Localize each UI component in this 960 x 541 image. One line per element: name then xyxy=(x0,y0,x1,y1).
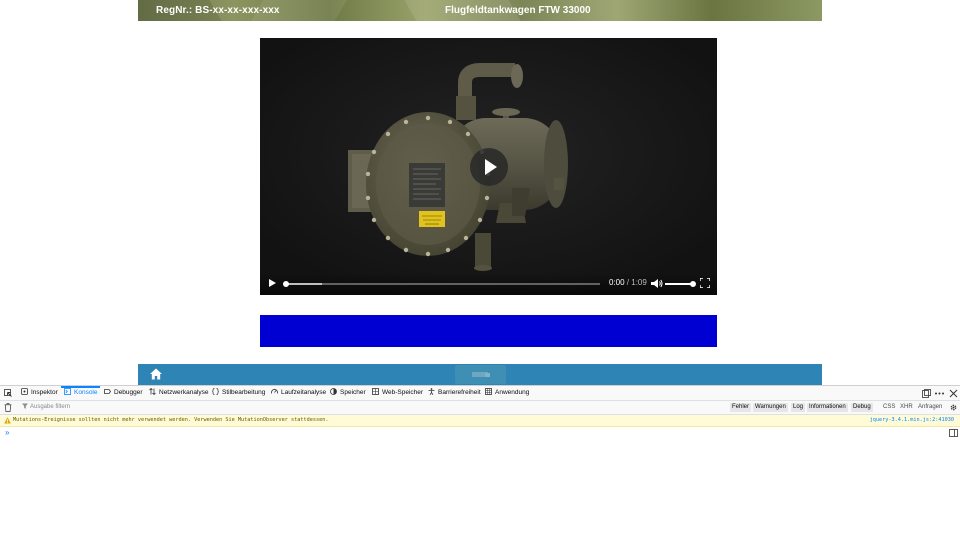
tab-label: Inspektor xyxy=(31,389,58,396)
warning-source-link[interactable]: jquery-3.4.1.min.js:2:41030 xyxy=(870,417,954,423)
registration-number: RegNr.: BS-xx-xx-xxx-xxx xyxy=(156,5,280,16)
progress-bar[interactable] xyxy=(283,281,600,287)
home-icon[interactable] xyxy=(150,368,162,380)
filter-css[interactable]: CSS xyxy=(883,403,895,412)
filter-debug[interactable]: Debug xyxy=(851,403,873,412)
vehicle-title: Flugfeldtankwagen FTW 33000 xyxy=(445,5,591,16)
filter-placeholder: Ausgabe filtern xyxy=(30,404,71,410)
buffered-bar xyxy=(286,283,322,285)
tab-label: Netzwerkanalyse xyxy=(159,389,209,396)
console-icon xyxy=(64,388,71,395)
tab-laufzeitanalyse[interactable]: Laufzeitanalyse xyxy=(271,386,326,400)
close-icon[interactable] xyxy=(949,389,958,398)
inspector-icon xyxy=(21,388,28,395)
filter-anfragen[interactable]: Anfragen xyxy=(918,403,942,412)
filter-input[interactable]: Ausgabe filtern xyxy=(22,402,322,413)
tab-barrierefreiheit[interactable]: Barrierefreiheit xyxy=(428,386,481,400)
warning-icon xyxy=(4,417,11,424)
duration: 1:09 xyxy=(631,278,647,287)
play-icon[interactable] xyxy=(269,279,276,287)
gear-icon[interactable] xyxy=(949,403,958,412)
network-icon xyxy=(149,388,156,395)
tab-inspektor[interactable]: Inspektor xyxy=(21,386,58,400)
volume-knob[interactable] xyxy=(690,281,696,287)
tab-konsole[interactable]: Konsole xyxy=(64,386,98,400)
tab-speicher[interactable]: Speicher xyxy=(330,386,366,400)
tab-label: Anwendung xyxy=(495,389,530,396)
sidebar-toggle-icon[interactable] xyxy=(949,429,958,437)
console-filter-bar: Ausgabe filtern Fehler Warnungen Log Inf… xyxy=(0,401,960,415)
filter-log[interactable]: Log xyxy=(791,403,806,412)
volume-slider[interactable] xyxy=(665,281,696,287)
trash-icon[interactable] xyxy=(4,403,12,412)
video-player[interactable]: 0:00 / 1:09 xyxy=(260,38,717,295)
tab-debugger[interactable]: Debugger xyxy=(104,386,143,400)
tab-label: Stilbearbeitung xyxy=(222,389,266,396)
warning-message: Mutations-Ereignisse sollten nicht mehr … xyxy=(13,417,329,423)
element-picker-icon[interactable] xyxy=(4,389,12,397)
filter-xhr[interactable]: XHR xyxy=(900,403,913,412)
play-overlay-button[interactable] xyxy=(470,148,508,186)
tab-anwendung[interactable]: Anwendung xyxy=(485,386,529,400)
tab-label: Barrierefreiheit xyxy=(438,389,481,396)
tab-label: Speicher xyxy=(340,389,366,396)
tab-label: Debugger xyxy=(114,389,143,396)
filter-warnungen[interactable]: Warnungen xyxy=(753,403,788,412)
storage-icon xyxy=(372,388,379,395)
dock-options-icon[interactable] xyxy=(922,389,931,398)
tab-stilbearbeitung[interactable]: Stilbearbeitung xyxy=(212,386,265,400)
time-display: 0:00 / 1:09 xyxy=(609,278,647,287)
truck-thumbnail-icon xyxy=(472,372,490,377)
progress-knob[interactable] xyxy=(283,281,289,287)
tab-label: Laufzeitanalyse xyxy=(281,389,327,396)
fullscreen-icon[interactable] xyxy=(700,278,710,288)
console-warning-row: Mutations-Ereignisse sollten nicht mehr … xyxy=(0,415,960,427)
more-options-icon[interactable] xyxy=(935,389,944,398)
footer-thumbnail[interactable] xyxy=(455,365,506,384)
tab-netzwerkanalyse[interactable]: Netzwerkanalyse xyxy=(149,386,209,400)
memory-icon xyxy=(330,388,337,395)
performance-icon xyxy=(271,389,278,394)
footer-nav xyxy=(138,364,822,385)
accessibility-icon xyxy=(428,388,435,395)
filter-informationen[interactable]: Informationen xyxy=(807,403,848,412)
video-controls: 0:00 / 1:09 xyxy=(260,273,717,295)
devtools-tabbar: Inspektor Konsole Debugger Netzwerkanaly… xyxy=(0,386,960,401)
console-prompt[interactable]: » xyxy=(5,428,9,437)
debugger-icon xyxy=(104,389,111,394)
current-time: 0:00 xyxy=(609,278,625,287)
site-header: RegNr.: BS-xx-xx-xxx-xxx Flugfeldtankwag… xyxy=(138,0,822,21)
tab-label: Konsole xyxy=(74,389,98,396)
style-editor-icon xyxy=(212,388,219,395)
volume-icon[interactable] xyxy=(651,278,663,289)
tab-label: Web-Speicher xyxy=(382,389,424,396)
blue-banner xyxy=(260,315,717,347)
filter-fehler[interactable]: Fehler xyxy=(730,403,752,412)
filter-icon xyxy=(22,403,28,409)
tab-web-speicher[interactable]: Web-Speicher xyxy=(372,386,423,400)
application-icon xyxy=(485,388,492,395)
devtools-panel: Inspektor Konsole Debugger Netzwerkanaly… xyxy=(0,385,960,541)
